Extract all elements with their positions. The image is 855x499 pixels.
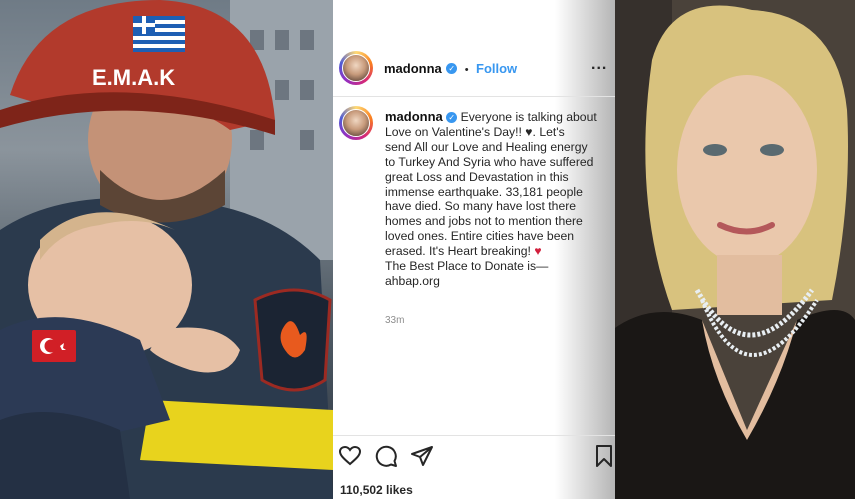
header-divider <box>333 96 615 97</box>
caption-line: The Best Place to Donate is— <box>385 259 549 274</box>
share-send-icon[interactable] <box>410 444 434 468</box>
firefighter-illustration: E.M.A.K <box>0 0 333 499</box>
reflective-band <box>140 400 333 470</box>
caption-line: send All our Love and Healing energy <box>385 139 588 154</box>
likes-count[interactable]: 110,502 likes <box>340 483 413 497</box>
caption-line: homes and jobs not to mention there <box>385 214 583 229</box>
red-heart-icon: ♥ <box>534 244 542 259</box>
avatar-image <box>342 109 370 137</box>
donate-link[interactable]: ahbap.org <box>385 274 603 289</box>
verified-badge-icon: ✓ <box>446 112 458 124</box>
follow-button[interactable]: Follow <box>476 61 517 76</box>
caption-line: great Loss and Devastation in this <box>385 169 569 184</box>
caption-line: loved ones. Entire cities have been <box>385 229 575 244</box>
verified-badge-icon: ✓ <box>446 63 458 75</box>
caption-line: Love on Valentine's Day!! ♥. Let's <box>385 124 565 139</box>
helmet-text: E.M.A.K <box>92 65 175 90</box>
more-options-icon[interactable]: ... <box>591 56 607 74</box>
post-timestamp: 33m <box>385 315 405 326</box>
header-avatar[interactable] <box>339 51 373 85</box>
caption-line: immense earthquake. 33,181 people <box>385 184 583 199</box>
portrait-photo <box>612 0 855 499</box>
portrait-illustration <box>612 0 855 499</box>
avatar-image <box>342 54 370 82</box>
actions-divider <box>333 435 615 436</box>
caption-line: Everyone is talking about <box>460 110 597 124</box>
face <box>677 75 817 265</box>
header-username[interactable]: madonna <box>384 61 442 76</box>
like-heart-icon[interactable] <box>338 444 362 468</box>
caption-line: erased. It's Heart breaking! <box>385 244 531 259</box>
caption-line: have died. So many have lost there <box>385 199 577 214</box>
comment-icon[interactable] <box>374 444 398 468</box>
header-separator: • <box>464 64 469 76</box>
caption-avatar[interactable] <box>339 106 373 140</box>
caption-line: to Turkey And Syria who have suffered <box>385 154 594 169</box>
save-bookmark-icon[interactable] <box>592 444 616 468</box>
firefighter-photo: E.M.A.K <box>0 0 333 499</box>
post-header: madonna ✓ • Follow <box>384 60 517 78</box>
post-caption: madonna ✓ Everyone is talking about Love… <box>385 109 603 289</box>
turkish-flag-icon <box>32 330 76 362</box>
greek-flag-icon <box>133 16 185 52</box>
caption-username[interactable]: madonna <box>385 109 443 124</box>
fire-service-patch-icon <box>253 288 332 392</box>
